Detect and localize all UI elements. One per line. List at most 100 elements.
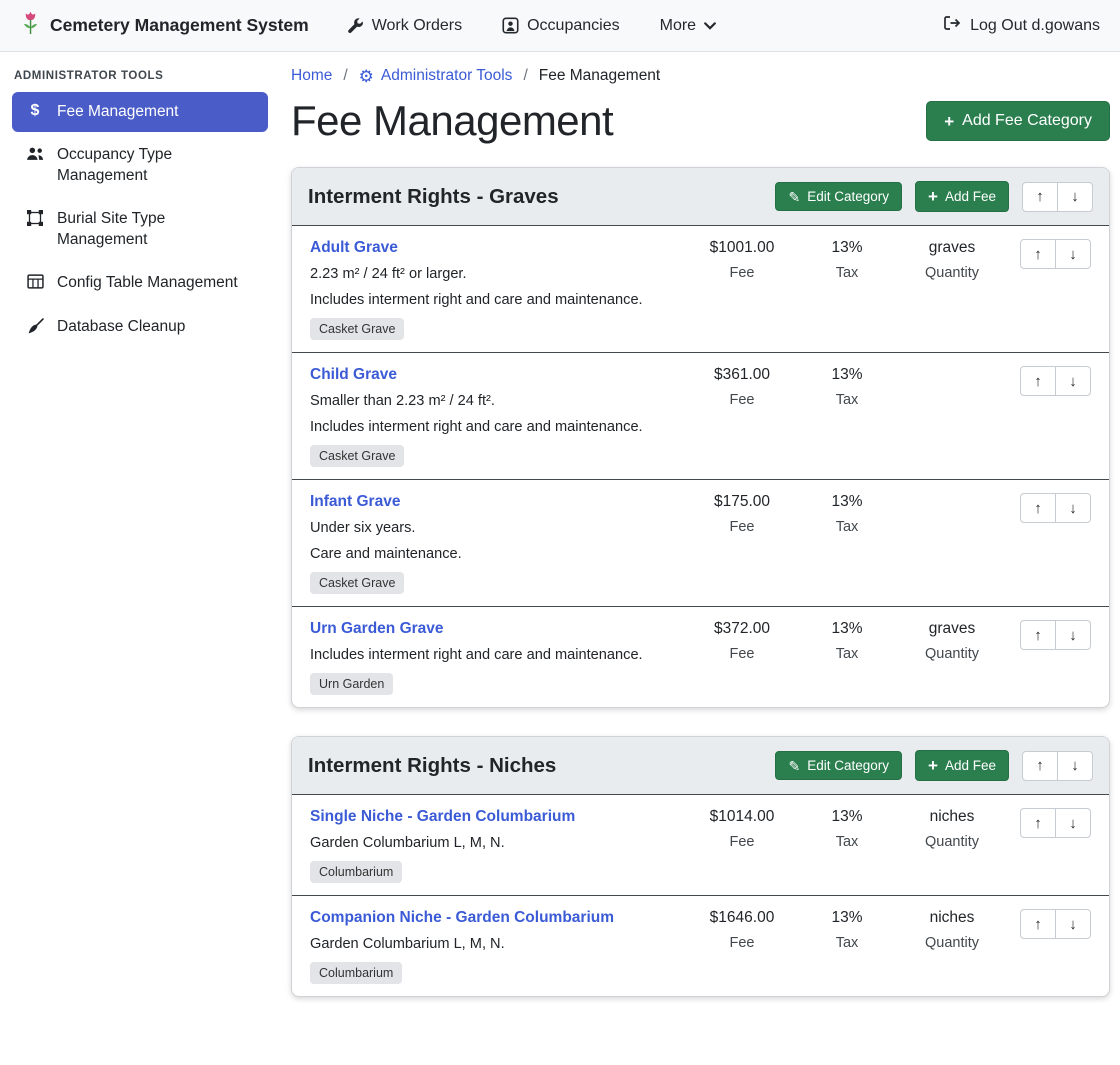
edit-category-button[interactable]: ✎ Edit Category (775, 751, 902, 780)
move-category-up-button[interactable]: ↑ (1022, 182, 1058, 212)
sidebar-heading: Administrator Tools (14, 70, 266, 82)
nav-occupancies-label: Occupancies (527, 17, 620, 35)
breadcrumb-current: Fee Management (539, 67, 661, 85)
fee-amount-label: Fee (687, 646, 797, 662)
fee-tag-badge: Casket Grave (310, 445, 404, 467)
fee-quantity-label: Quantity (897, 646, 1007, 662)
move-fee-down-button[interactable]: ↓ (1055, 808, 1091, 838)
fee-details: Urn Garden Grave Includes interment righ… (310, 620, 687, 695)
fee-tax-col: 13% Tax (797, 493, 897, 535)
add-fee-button[interactable]: + Add Fee (915, 750, 1009, 781)
fee-quantity: niches (897, 808, 1007, 826)
fee-details: Companion Niche - Garden Columbarium Gar… (310, 909, 687, 984)
broom-icon (24, 318, 46, 335)
fee-reorder-buttons: ↑ ↓ (1020, 366, 1091, 396)
add-fee-category-button[interactable]: + Add Fee Category (926, 101, 1110, 141)
fee-reorder-buttons: ↑ ↓ (1020, 808, 1091, 838)
fee-tax: 13% (797, 239, 897, 257)
fee-tax-label: Tax (797, 646, 897, 662)
fee-description: Garden Columbarium L, M, N. (310, 835, 677, 851)
move-category-down-button[interactable]: ↓ (1057, 182, 1093, 212)
fee-amount-label: Fee (687, 265, 797, 281)
fee-tax-label: Tax (797, 935, 897, 951)
add-fee-button[interactable]: + Add Fee (915, 181, 1009, 212)
nav-occupancies[interactable]: Occupancies (502, 17, 620, 35)
fee-quantity-col: graves Quantity (897, 620, 1007, 662)
fee-description: Smaller than 2.23 m² / 24 ft². (310, 393, 677, 409)
fee-description: Under six years. (310, 520, 677, 536)
fee-name-link[interactable]: Infant Grave (310, 493, 400, 511)
fee-tax-col: 13% Tax (797, 808, 897, 850)
fee-name-link[interactable]: Companion Niche - Garden Columbarium (310, 909, 614, 927)
fee-tax: 13% (797, 366, 897, 384)
nav-work-orders[interactable]: Work Orders (347, 17, 462, 35)
breadcrumb-home-link[interactable]: Home (291, 67, 332, 85)
move-fee-down-button[interactable]: ↓ (1055, 366, 1091, 396)
add-fee-label: Add Fee (945, 758, 996, 773)
gear-icon: ⚙ (359, 68, 374, 85)
move-fee-down-button[interactable]: ↓ (1055, 909, 1091, 939)
move-fee-up-button[interactable]: ↑ (1020, 909, 1056, 939)
fee-name-link[interactable]: Adult Grave (310, 239, 398, 257)
fee-details: Infant Grave Under six years. Care and m… (310, 493, 687, 594)
fee-quantity-label: Quantity (897, 265, 1007, 281)
table-icon (24, 274, 46, 289)
fee-quantity: graves (897, 620, 1007, 638)
logout-button[interactable]: Log Out d.gowans (943, 15, 1100, 36)
sidebar-item-label: Burial Site Type Management (57, 209, 256, 250)
nav-more[interactable]: More (660, 17, 716, 35)
brand-link[interactable]: Cemetery Management System (20, 11, 309, 41)
move-fee-down-button[interactable]: ↓ (1055, 493, 1091, 523)
breadcrumb-separator: / (343, 67, 347, 85)
fee-tax: 13% (797, 493, 897, 511)
move-category-down-button[interactable]: ↓ (1057, 751, 1093, 781)
move-fee-down-button[interactable]: ↓ (1055, 239, 1091, 269)
admin-sidebar: Administrator Tools $ Fee Management Occ… (0, 52, 280, 370)
edit-category-button[interactable]: ✎ Edit Category (775, 182, 902, 211)
sidebar-item-fee-management[interactable]: $ Fee Management (12, 92, 268, 132)
sidebar-item-database-cleanup[interactable]: Database Cleanup (12, 307, 268, 347)
plot-icon (24, 210, 46, 226)
move-fee-up-button[interactable]: ↑ (1020, 808, 1056, 838)
move-fee-up-button[interactable]: ↑ (1020, 366, 1056, 396)
dollar-icon: $ (24, 103, 46, 119)
fee-row: Infant Grave Under six years. Care and m… (292, 479, 1109, 606)
fee-name-link[interactable]: Single Niche - Garden Columbarium (310, 808, 575, 826)
sidebar-item-config-table-management[interactable]: Config Table Management (12, 263, 268, 303)
fee-details: Single Niche - Garden Columbarium Garden… (310, 808, 687, 883)
fee-tax: 13% (797, 909, 897, 927)
fee-amount: $175.00 (687, 493, 797, 511)
page-header: Fee Management + Add Fee Category (291, 97, 1110, 145)
breadcrumb-separator: / (523, 67, 527, 85)
move-fee-down-button[interactable]: ↓ (1055, 620, 1091, 650)
sidebar-item-label: Occupancy Type Management (57, 145, 256, 186)
move-fee-up-button[interactable]: ↑ (1020, 239, 1056, 269)
move-fee-up-button[interactable]: ↑ (1020, 620, 1056, 650)
fee-amount: $1001.00 (687, 239, 797, 257)
fee-description: Includes interment right and care and ma… (310, 419, 677, 435)
chevron-down-icon (704, 22, 716, 30)
fee-tag-badge: Casket Grave (310, 318, 404, 340)
breadcrumb-admin-tools-link[interactable]: ⚙ Administrator Tools (359, 67, 513, 85)
fee-name-link[interactable]: Urn Garden Grave (310, 620, 444, 638)
fee-tax-label: Tax (797, 834, 897, 850)
pencil-icon: ✎ (788, 190, 800, 204)
fee-tag-badge: Columbarium (310, 861, 402, 883)
fee-amount-col: $1001.00 Fee (687, 239, 797, 281)
edit-category-label: Edit Category (807, 189, 889, 204)
fee-description: Garden Columbarium L, M, N. (310, 936, 677, 952)
category-header: Interment Rights - Niches ✎ Edit Categor… (292, 737, 1109, 794)
move-category-up-button[interactable]: ↑ (1022, 751, 1058, 781)
fee-reorder-buttons: ↑ ↓ (1020, 909, 1091, 939)
fee-amount-col: $361.00 Fee (687, 366, 797, 408)
brand-title: Cemetery Management System (50, 15, 309, 36)
edit-category-label: Edit Category (807, 758, 889, 773)
sidebar-item-occupancy-type-management[interactable]: Occupancy Type Management (12, 135, 268, 196)
sidebar-item-burial-site-type-management[interactable]: Burial Site Type Management (12, 199, 268, 260)
move-fee-up-button[interactable]: ↑ (1020, 493, 1056, 523)
fee-name-link[interactable]: Child Grave (310, 366, 397, 384)
category-header: Interment Rights - Graves ✎ Edit Categor… (292, 168, 1109, 225)
fee-tax-label: Tax (797, 519, 897, 535)
sidebar-item-label: Config Table Management (57, 273, 238, 293)
fee-amount-label: Fee (687, 392, 797, 408)
